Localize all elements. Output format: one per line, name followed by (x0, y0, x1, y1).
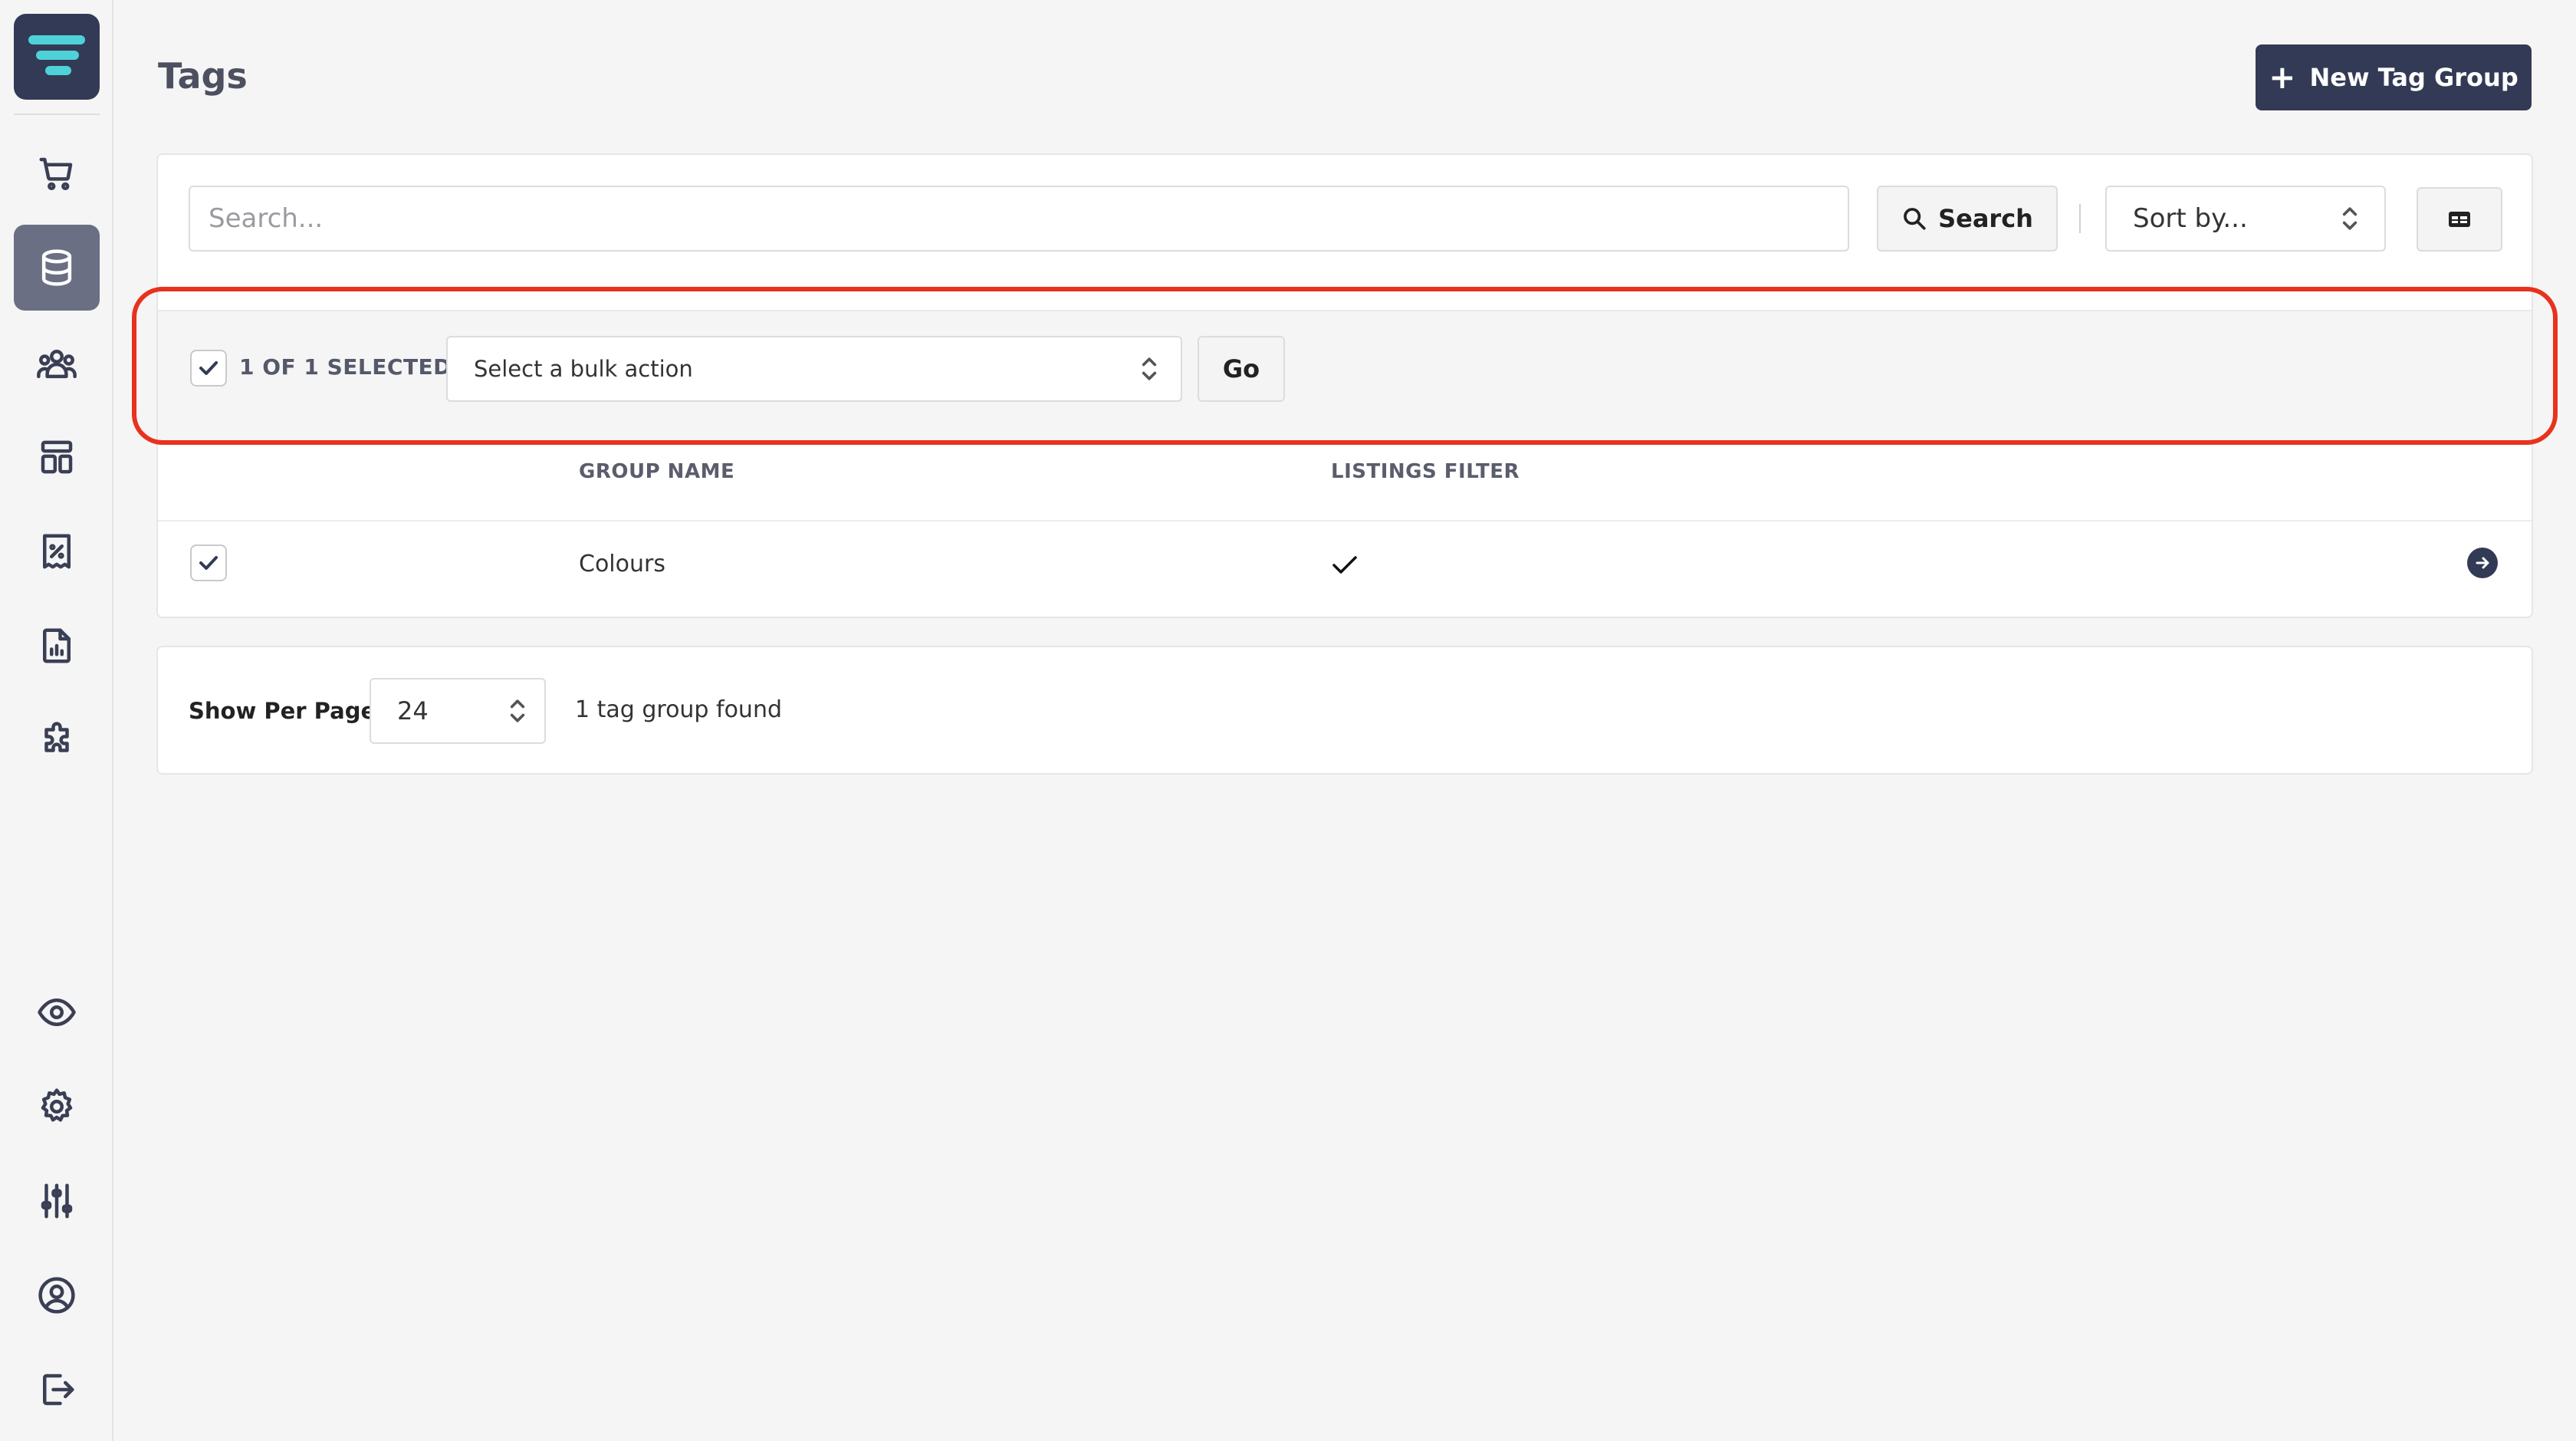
per-page-select[interactable]: 24 (370, 678, 546, 744)
sidebar-item-discounts[interactable] (14, 508, 100, 594)
search-button[interactable]: Search (1877, 186, 2058, 252)
sort-select[interactable]: Sort by... (2105, 186, 2386, 252)
logo-icon (28, 35, 85, 75)
per-page-value: 24 (397, 696, 429, 725)
arrow-right-icon (2476, 557, 2489, 569)
go-button[interactable]: Go (1198, 336, 1285, 402)
chevron-updown-icon (2342, 207, 2358, 230)
group-name-cell[interactable]: Colours (579, 551, 665, 577)
database-icon (41, 249, 72, 286)
listings-filter-check-icon (1332, 556, 1357, 574)
check-icon (199, 556, 218, 570)
row-checkbox[interactable] (190, 544, 227, 581)
view-toggle-button[interactable] (2417, 187, 2502, 252)
gear-icon (41, 1088, 73, 1122)
select-all-checkbox[interactable] (190, 350, 227, 387)
sidebar-item-preferences[interactable] (14, 1158, 100, 1244)
plus-icon: + (2269, 58, 2296, 96)
sidebar-item-settings[interactable] (14, 1064, 100, 1150)
sidebar-item-customers[interactable] (14, 321, 100, 406)
eye-icon (38, 999, 76, 1026)
per-page-label: Show Per Page (189, 698, 376, 724)
chevron-updown-icon (1142, 357, 1157, 380)
sidebar (0, 0, 113, 1441)
receipt-percent-icon (43, 534, 71, 569)
puzzle-icon (44, 722, 69, 752)
users-icon (37, 350, 77, 379)
column-header-listings-filter[interactable]: LISTINGS FILTER (1331, 460, 1520, 483)
sidebar-item-extensions[interactable] (14, 697, 100, 783)
cart-icon (39, 157, 73, 191)
results-count: 1 tag group found (575, 696, 782, 723)
layout-icon (41, 440, 73, 474)
chevron-updown-icon (510, 699, 525, 722)
bulk-action-select-value: Select a bulk action (474, 356, 693, 382)
bulk-action-select[interactable]: Select a bulk action (446, 336, 1182, 402)
search-input[interactable] (189, 186, 1849, 252)
sidebar-item-catalog[interactable] (14, 225, 100, 311)
sidebar-item-preview[interactable] (14, 969, 100, 1055)
table-divider (158, 520, 2532, 521)
new-tag-group-label: New Tag Group (2309, 63, 2518, 92)
user-circle-icon (38, 1277, 75, 1314)
toolbar-divider (2079, 204, 2081, 233)
report-chart-icon (43, 628, 71, 663)
table-view-icon (2449, 212, 2470, 227)
page-title: Tags (158, 55, 248, 97)
sidebar-item-content[interactable] (14, 414, 100, 500)
sidebar-item-logout[interactable] (14, 1347, 100, 1433)
sliders-icon (41, 1183, 73, 1219)
new-tag-group-button[interactable]: + New Tag Group (2256, 44, 2532, 110)
logout-icon (43, 1374, 74, 1406)
sidebar-item-orders[interactable] (14, 130, 100, 216)
search-button-label: Search (1938, 204, 2033, 233)
check-icon (199, 361, 218, 375)
row-open-arrow-icon[interactable] (2467, 548, 2498, 578)
sort-select-value: Sort by... (2133, 203, 2248, 234)
column-header-group-name[interactable]: GROUP NAME (579, 460, 734, 483)
app-logo[interactable] (14, 14, 100, 100)
search-icon (1904, 208, 1926, 230)
sidebar-divider (14, 114, 100, 115)
sidebar-item-reports[interactable] (14, 603, 100, 689)
selected-count: 1 OF 1 SELECTED (239, 354, 452, 380)
sidebar-item-account[interactable] (14, 1252, 100, 1338)
